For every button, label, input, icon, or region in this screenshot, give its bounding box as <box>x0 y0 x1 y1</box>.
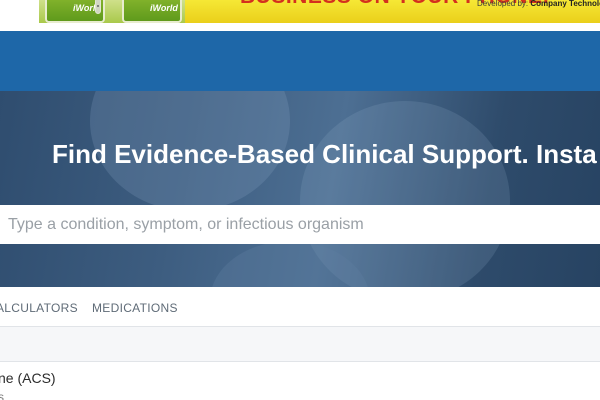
tab-calculators[interactable]: ALCULATORS <box>0 301 78 315</box>
tab-medications[interactable]: MEDICATIONS <box>92 301 178 315</box>
ad-developer-name: Company Technolo <box>530 0 600 8</box>
list-item-title: ne (ACS) <box>0 370 56 386</box>
phone-image: iWorld <box>45 0 105 23</box>
phone-button-icon <box>95 0 101 14</box>
hero-title: Find Evidence-Based Clinical Support. In… <box>52 139 597 169</box>
ad-banner-area: iWorld iWorld BUSINESS ON YOUR PHONE! De… <box>0 0 600 31</box>
category-tabs: ALCULATORS MEDICATIONS <box>0 287 600 327</box>
ad-developer-prefix: Developed by: <box>477 0 531 8</box>
top-nav-bar <box>0 31 600 91</box>
advertisement-banner[interactable]: iWorld iWorld BUSINESS ON YOUR PHONE! De… <box>39 0 600 23</box>
phone-image: iWorld <box>122 0 182 23</box>
list-item[interactable]: ne (ACS) s <box>0 362 600 400</box>
phone-brand-label: iWorld <box>150 3 178 13</box>
search-input[interactable] <box>0 205 600 244</box>
section-divider-band <box>0 327 600 362</box>
ad-slogan-panel: BUSINESS ON YOUR PHONE! Developed by: Co… <box>185 0 600 23</box>
hero-section: Find Evidence-Based Clinical Support. In… <box>0 91 600 287</box>
ad-developer-credit: Developed by: Company Technolo <box>477 0 600 8</box>
list-item-subtitle: s <box>0 390 4 400</box>
